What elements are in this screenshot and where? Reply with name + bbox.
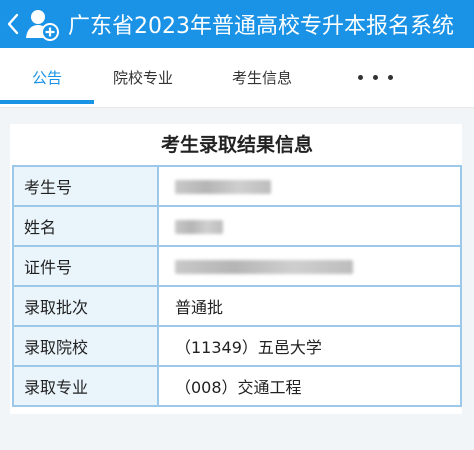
- table-row: 录取院校 （11349）五邑大学: [12, 325, 462, 367]
- back-button[interactable]: [2, 0, 24, 48]
- page-title: 广东省2023年普通高校专升本报名系统: [68, 14, 454, 39]
- app-header: 广东省2023年普通高校专升本报名系统: [0, 0, 474, 48]
- row-label: 录取批次: [12, 285, 159, 327]
- row-label: 姓名: [12, 205, 159, 247]
- more-button[interactable]: [340, 48, 410, 106]
- admitted-school-value: （11349）五邑大学: [157, 325, 462, 367]
- row-label: 考生号: [12, 165, 159, 207]
- user-add-icon: [24, 6, 60, 42]
- active-tab-indicator: [0, 100, 94, 104]
- redacted-value: [175, 220, 223, 234]
- tab-student-info[interactable]: 考生信息: [212, 48, 312, 106]
- row-label: 录取院校: [12, 325, 159, 367]
- table-row: 姓名: [12, 205, 462, 247]
- more-dots-icon: [357, 74, 363, 80]
- table-row: 考生号: [12, 165, 462, 207]
- candidate-number-value: [157, 165, 462, 207]
- redacted-value: [175, 260, 353, 274]
- admission-result-table: 考生号 姓名 证件号 录取批次 普通批 录取院校 （11349）五邑大学 录取专…: [12, 165, 462, 407]
- table-row: 录取专业 （008）交通工程: [12, 365, 462, 407]
- row-label: 证件号: [12, 245, 159, 287]
- admitted-major-value: （008）交通工程: [157, 365, 462, 407]
- result-title: 考生录取结果信息: [160, 134, 313, 156]
- table-row: 录取批次 普通批: [12, 285, 462, 327]
- chevron-left-icon: [7, 13, 19, 35]
- tab-schools-majors[interactable]: 院校专业: [98, 48, 188, 106]
- admission-batch-value: 普通批: [157, 285, 462, 327]
- id-number-value: [157, 245, 462, 287]
- row-label: 录取专业: [12, 365, 159, 407]
- table-row: 证件号: [12, 245, 462, 287]
- tab-announcement[interactable]: 公告: [0, 48, 94, 106]
- redacted-value: [175, 180, 271, 194]
- name-value: [157, 205, 462, 247]
